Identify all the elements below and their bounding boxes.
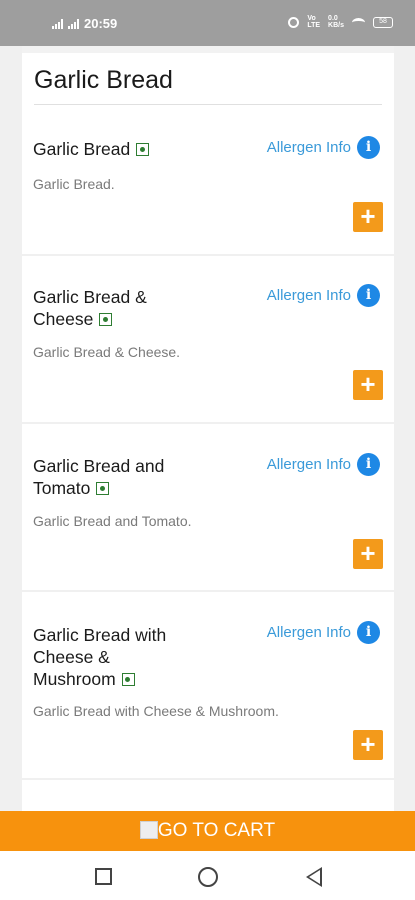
status-bar: 20:59 Vo LTE 0.0 KB/s 58: [0, 0, 415, 46]
veg-indicator-icon: [121, 673, 135, 686]
item-name: Garlic Bread and Tomato: [33, 455, 193, 499]
allergen-info-label: Allergen Info: [266, 139, 351, 156]
status-right: Vo LTE 0.0 KB/s 58: [288, 15, 393, 29]
back-triangle-icon[interactable]: [306, 867, 322, 887]
allergen-info-link[interactable]: Allergen Info i: [267, 136, 380, 159]
item-name: Garlic Bread with Cheese & Mushroom: [33, 624, 193, 690]
menu-panel: Garlic Bread Garlic Bread Allergen Info …: [22, 46, 394, 816]
status-left: 20:59: [52, 16, 117, 31]
plus-icon: +: [360, 369, 376, 399]
info-icon: i: [357, 136, 380, 159]
info-icon: i: [357, 453, 380, 476]
add-to-cart-button[interactable]: +: [353, 730, 383, 760]
item-name-text: Garlic Bread: [33, 139, 131, 159]
go-to-cart-button[interactable]: GO TO CART: [0, 811, 415, 851]
veg-indicator-icon: [99, 313, 113, 326]
veg-indicator-icon: [96, 482, 110, 495]
go-to-cart-label: GO TO CART: [157, 820, 276, 841]
item-name-text: Garlic Bread & Cheese: [33, 287, 147, 329]
plus-icon: +: [360, 538, 376, 568]
battery-icon: 58: [373, 16, 393, 28]
add-to-cart-button[interactable]: +: [353, 539, 383, 569]
allergen-info-label: Allergen Info: [266, 456, 351, 473]
allergen-info-label: Allergen Info: [266, 624, 351, 641]
veg-indicator-icon: [136, 143, 150, 156]
category-divider: [34, 104, 382, 105]
menu-item: Garlic Bread with Cheese & Mushroom Alle…: [22, 592, 394, 780]
system-nav-bar: [0, 851, 415, 900]
status-time: 20:59: [84, 16, 118, 31]
item-description: Garlic Bread.: [33, 176, 115, 192]
allergen-info-link[interactable]: Allergen Info i: [267, 284, 380, 307]
allergen-info-link[interactable]: Allergen Info i: [267, 453, 380, 476]
recents-square-icon[interactable]: [95, 868, 112, 885]
signal-2-icon: [68, 18, 79, 29]
item-name: Garlic Bread: [33, 138, 193, 160]
info-icon: i: [357, 621, 380, 644]
item-description: Garlic Bread and Tomato.: [33, 513, 192, 529]
menu-item: Garlic Bread & Cheese Allergen Info i Ga…: [22, 256, 394, 424]
category-title: Garlic Bread: [34, 66, 173, 94]
menu-item: Garlic Bread Allergen Info i Garlic Brea…: [22, 108, 394, 256]
panel-top-strip: [22, 46, 394, 53]
item-description: Garlic Bread & Cheese.: [33, 344, 181, 360]
item-name-text: Garlic Bread with Cheese & Mushroom: [33, 625, 167, 689]
menu-item: Garlic Bread and Tomato Allergen Info i …: [22, 424, 394, 592]
add-to-cart-button[interactable]: +: [353, 202, 383, 232]
alarm-icon: [288, 16, 300, 28]
item-description: Garlic Bread with Cheese & Mushroom.: [33, 703, 279, 719]
allergen-info-link[interactable]: Allergen Info i: [267, 621, 380, 644]
wifi-icon: [352, 17, 365, 27]
item-name: Garlic Bread & Cheese: [33, 286, 193, 330]
info-icon: i: [357, 284, 380, 307]
volte-icon: Vo LTE: [307, 15, 321, 29]
home-circle-icon[interactable]: [198, 867, 218, 887]
signal-1-icon: [52, 18, 63, 29]
plus-icon: +: [360, 201, 376, 231]
plus-icon: +: [360, 729, 376, 759]
add-to-cart-button[interactable]: +: [353, 370, 383, 400]
data-speed-icon: 0.0 KB/s: [328, 15, 344, 29]
cart-image-icon: [139, 821, 158, 839]
allergen-info-label: Allergen Info: [266, 287, 351, 304]
